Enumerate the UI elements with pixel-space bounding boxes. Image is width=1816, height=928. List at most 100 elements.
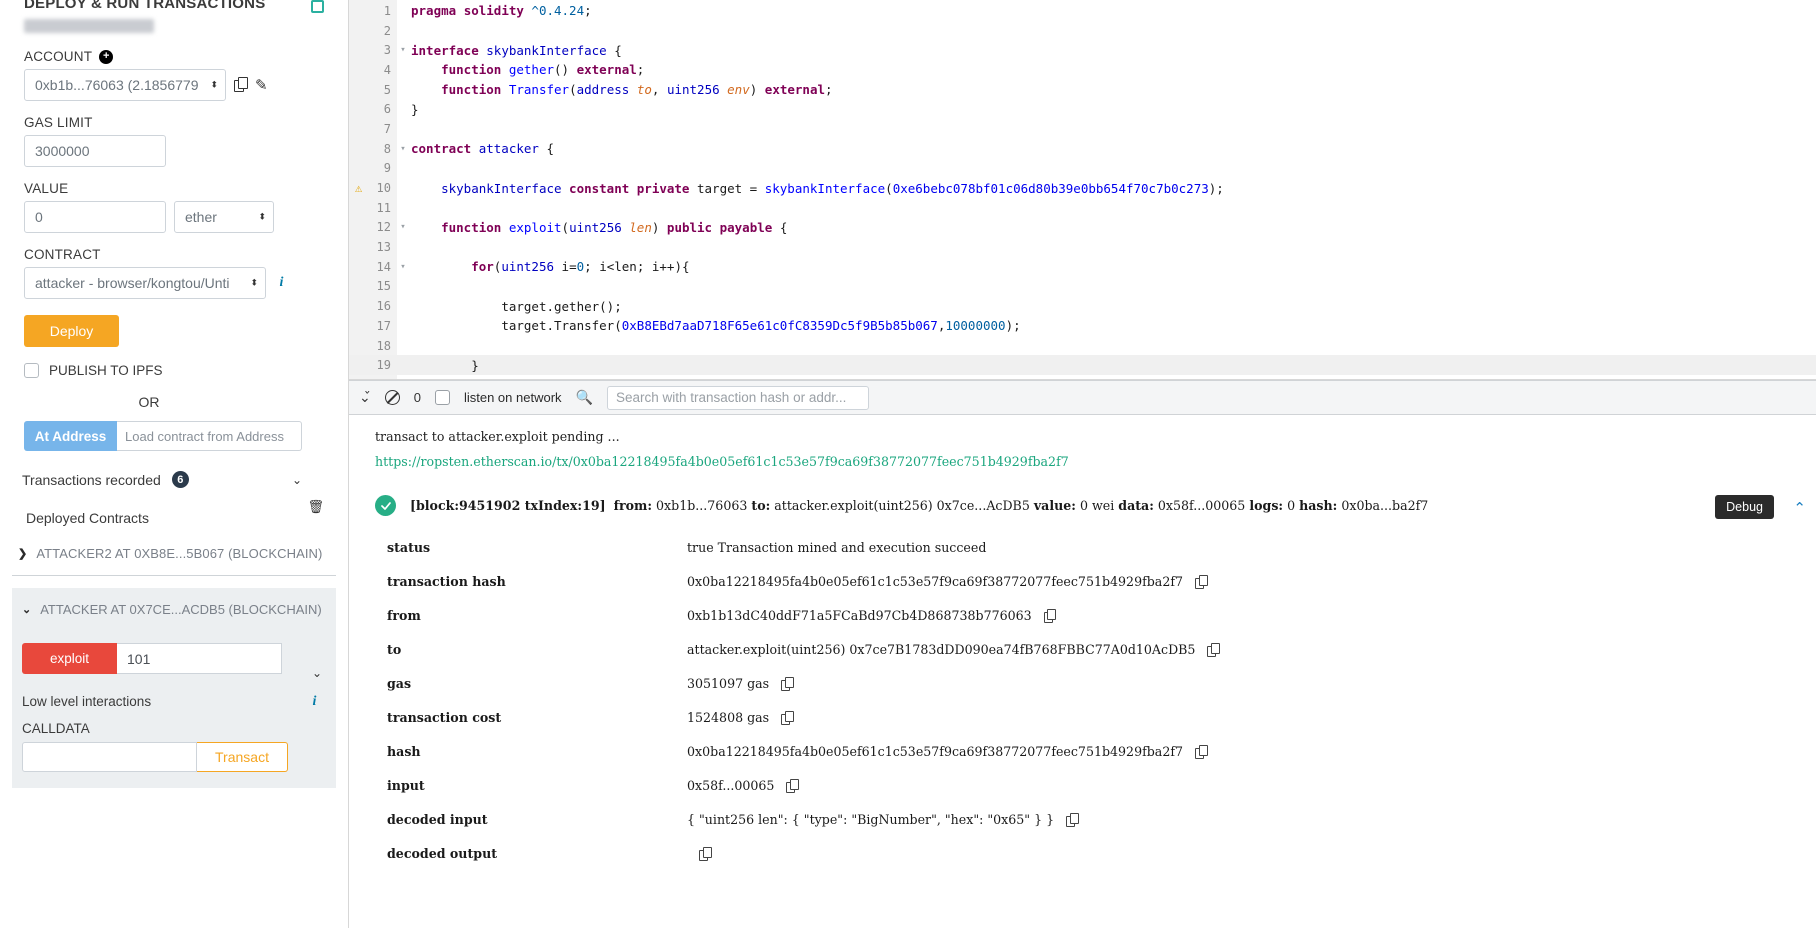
detail-value: 0xb1b13dC40ddF71a5FCaBd97Cb4D868738b7760… xyxy=(687,608,1057,623)
code-line[interactable]: 4 function gether() external; xyxy=(349,60,1816,80)
transaction-summary-text: [block:9451902 txIndex:19] from: 0xb1b..… xyxy=(410,498,1428,513)
info-icon[interactable]: i xyxy=(274,275,289,291)
code-text: } xyxy=(411,101,419,117)
code-line[interactable]: 17 target.Transfer(0xB8EBd7aaD718F65e61c… xyxy=(349,316,1816,336)
from-label: from: xyxy=(613,498,653,513)
detail-key: hash xyxy=(387,743,421,759)
gas-limit-input[interactable]: 3000000 xyxy=(24,135,166,167)
code-line[interactable]: 8 ▾ contract attacker { xyxy=(349,139,1816,159)
code-line[interactable]: 9 xyxy=(349,159,1816,179)
value-input[interactable]: 0 xyxy=(24,201,166,233)
code-line[interactable]: ⚠ 10 skybankInterface constant private ta… xyxy=(349,178,1816,198)
chevron-down-icon[interactable]: ⌄ xyxy=(22,603,31,616)
publish-ipfs-row[interactable]: PUBLISH TO IPFS xyxy=(24,363,348,378)
environment-select[interactable] xyxy=(24,19,154,33)
copy-icon[interactable] xyxy=(781,710,794,725)
chevron-updown-icon: ⬍ xyxy=(258,211,266,222)
transact-button[interactable]: Transact xyxy=(197,742,288,772)
detail-value-text: 0x58f...00065 xyxy=(687,777,775,793)
code-line[interactable]: 19 } xyxy=(349,355,1816,376)
at-address-button[interactable]: At Address xyxy=(24,421,117,451)
fold-toggle-icon[interactable]: ▾ xyxy=(397,222,409,232)
deployed-contract-attacker-header[interactable]: ⌄ ATTACKER AT 0X7CE...ACDB5 (BLOCKCHAIN) xyxy=(12,598,336,617)
code-line[interactable]: 12 ▾ function exploit(uint256 len) public… xyxy=(349,218,1816,238)
code-line[interactable]: 13 xyxy=(349,237,1816,257)
copy-icon[interactable] xyxy=(1066,812,1079,827)
account-value: 0xb1b...76063 (2.1856779 xyxy=(35,77,199,93)
copy-icon[interactable] xyxy=(1043,608,1057,623)
double-chevron-down-icon[interactable]: ⌄̌ xyxy=(359,389,371,406)
plus-circle-icon[interactable]: + xyxy=(99,49,114,64)
transactions-recorded-row[interactable]: Transactions recorded 6 ⌄ xyxy=(22,471,302,488)
etherscan-link[interactable]: https://ropsten.etherscan.io/tx/0x0ba122… xyxy=(349,454,1069,469)
line-number: 13 xyxy=(376,240,391,255)
publish-ipfs-checkbox[interactable] xyxy=(24,363,39,378)
exploit-argument-input[interactable]: 101 xyxy=(117,643,282,674)
deployed-contracts-label: Deployed Contracts xyxy=(26,510,149,526)
copy-icon[interactable] xyxy=(1195,574,1208,589)
transactions-recorded-label: Transactions recorded xyxy=(22,471,161,488)
code-line[interactable]: 1 pragma solidity ^0.4.24; xyxy=(349,1,1816,21)
page-title: DEPLOY & RUN TRANSACTIONS xyxy=(24,0,266,12)
code-line[interactable]: 6} xyxy=(349,99,1816,119)
fold-toggle-icon[interactable]: ▾ xyxy=(397,144,409,154)
code-line[interactable]: 16 target.gether(); xyxy=(349,296,1816,316)
copy-icon[interactable] xyxy=(234,76,248,94)
chevron-down-icon[interactable]: ⌄ xyxy=(312,666,322,680)
fold-toggle-icon[interactable]: ▾ xyxy=(397,45,409,55)
transactions-recorded-badge: 6 xyxy=(171,471,189,488)
warning-icon[interactable]: ⚠ xyxy=(355,181,362,195)
detail-key: transaction cost xyxy=(387,709,502,725)
listen-on-network-label: listen on network xyxy=(463,390,562,405)
chevron-right-icon[interactable]: ❯ xyxy=(18,547,27,560)
calldata-input[interactable] xyxy=(22,742,197,772)
deploy-button[interactable]: Deploy xyxy=(24,315,119,347)
copy-icon[interactable] xyxy=(1195,744,1208,759)
code-line[interactable]: 3 ▾ interface skybankInterface { xyxy=(349,40,1816,60)
pending-count: 0 xyxy=(413,390,421,405)
terminal-scrollbar[interactable] xyxy=(1810,380,1816,928)
code-text: function gether() external; xyxy=(441,62,645,78)
copy-icon[interactable] xyxy=(699,846,712,861)
transaction-summary-row[interactable]: [block:9451902 txIndex:19] from: 0xb1b..… xyxy=(375,495,1816,516)
code-line[interactable]: 11 xyxy=(349,198,1816,218)
no-entry-icon[interactable] xyxy=(384,390,400,405)
code-line[interactable]: 2 xyxy=(349,21,1816,41)
value-label: VALUE xyxy=(24,181,69,196)
account-select[interactable]: 0xb1b...76063 (2.1856779 ⬍ xyxy=(24,69,226,101)
at-address-input[interactable]: Load contract from Address xyxy=(117,421,302,451)
data-value: 0x58f...00065 xyxy=(1157,498,1246,513)
value-unit-select[interactable]: ether ⬍ xyxy=(174,201,274,233)
detail-key: status xyxy=(387,539,431,555)
trash-icon[interactable]: 🗑 xyxy=(307,499,324,515)
code-text: target.gether(); xyxy=(501,298,622,314)
copy-icon[interactable] xyxy=(786,778,799,793)
info-icon[interactable]: i xyxy=(307,694,322,709)
code-line[interactable]: 7 xyxy=(349,119,1816,139)
detail-value xyxy=(687,846,712,861)
pencil-icon[interactable]: ✎ xyxy=(255,78,268,93)
copy-icon[interactable] xyxy=(1207,642,1220,657)
chevron-down-icon[interactable]: ⌄ xyxy=(292,473,302,487)
listen-on-network-checkbox[interactable] xyxy=(434,390,450,405)
exploit-button[interactable]: exploit xyxy=(22,643,117,674)
table-row: from 0xb1b13dC40ddF71a5FCaBd97Cb4D868738b… xyxy=(375,598,1816,632)
divider xyxy=(12,575,336,576)
pending-message: transact to attacker.exploit pending ... xyxy=(375,429,620,444)
deployed-contract-attacker2[interactable]: ❯ ATTACKER2 AT 0XB8E...5B067 (BLOCKCHAIN… xyxy=(18,546,348,561)
copy-icon[interactable] xyxy=(781,676,794,691)
debug-button[interactable]: Debug xyxy=(1715,495,1774,519)
detail-value-text: { "uint256 len": { "type": "BigNumber", … xyxy=(687,811,1055,827)
search-input[interactable]: Search with transaction hash or addr... xyxy=(606,385,869,410)
code-line[interactable]: 5 function Transfer(address to, uint256 … xyxy=(349,80,1816,100)
chevron-up-icon[interactable]: ⌃ xyxy=(1793,499,1806,517)
code-line[interactable]: 15 xyxy=(349,277,1816,297)
contract-select[interactable]: attacker - browser/kongtou/Unti ⬍ xyxy=(24,267,266,299)
line-number: 14 xyxy=(376,259,391,274)
fold-toggle-icon[interactable]: ▾ xyxy=(397,262,409,272)
code-line[interactable]: 18 xyxy=(349,336,1816,356)
code-editor[interactable]: 1 pragma solidity ^0.4.24; 2 3 ▾ interface sk… xyxy=(349,0,1816,380)
code-text: interface skybankInterface { xyxy=(411,42,622,58)
detail-value: 3051097 gas xyxy=(687,676,794,691)
code-line[interactable]: 14 ▾ for(uint256 i=0; i<len; i++){ xyxy=(349,257,1816,277)
